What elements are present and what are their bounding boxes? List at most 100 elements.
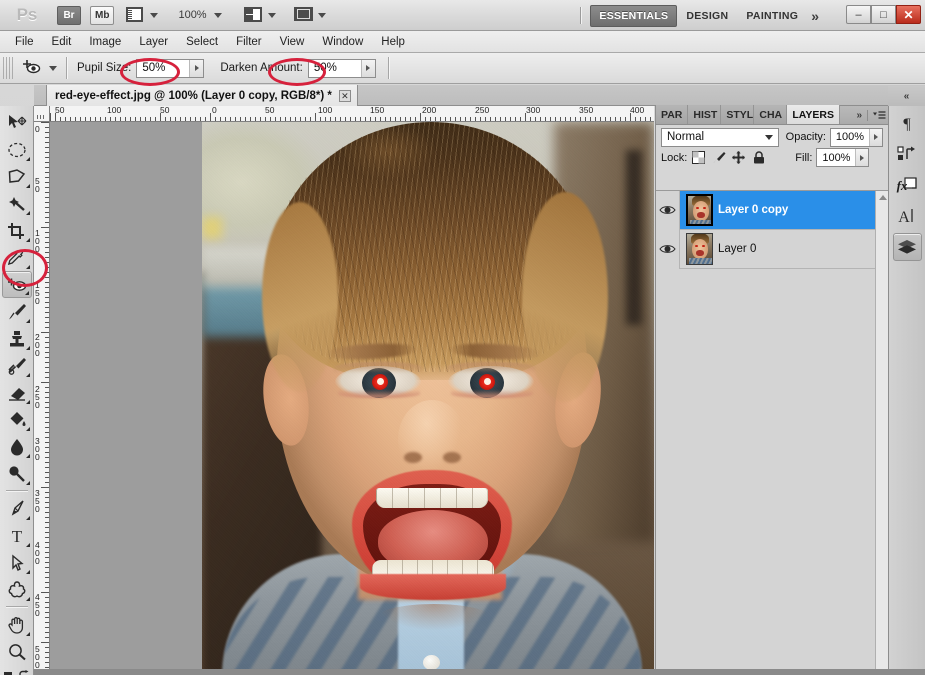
panel-tab-paragraph[interactable]: PAR: [656, 105, 689, 124]
blend-mode-select[interactable]: Normal: [661, 127, 779, 147]
darken-amount-spinner[interactable]: [360, 59, 375, 77]
crop-tool[interactable]: [2, 217, 32, 244]
vertical-ruler[interactable]: 0 50 100 150 200 250 300 350 400 450 500: [34, 122, 50, 675]
workspace-tab-essentials[interactable]: ESSENTIALS: [590, 4, 678, 27]
opacity-field[interactable]: [830, 127, 883, 147]
maximize-button[interactable]: □: [871, 5, 896, 24]
menu-view[interactable]: View: [271, 33, 314, 51]
canvas-area[interactable]: [50, 122, 654, 675]
zoom-tool[interactable]: [2, 638, 32, 665]
fill-input[interactable]: [817, 149, 856, 166]
layer-name[interactable]: Layer 0: [718, 243, 756, 255]
menu-window[interactable]: Window: [313, 33, 372, 51]
darken-amount-label: Darken Amount:: [220, 62, 303, 74]
layer-row-layer-0[interactable]: Layer 0: [656, 229, 889, 269]
move-tool[interactable]: [2, 109, 32, 136]
layer-visibility-toggle[interactable]: [656, 229, 680, 269]
history-brush-tool[interactable]: [2, 352, 32, 379]
dodge-tool[interactable]: [2, 460, 32, 487]
magic-wand-tool[interactable]: [2, 190, 32, 217]
character-panel-icon[interactable]: A: [893, 202, 922, 230]
lasso-tool[interactable]: [2, 163, 32, 190]
lock-transparent-pixels-icon[interactable]: [690, 150, 707, 165]
clone-stamp-tool[interactable]: [2, 325, 32, 352]
eraser-tool[interactable]: [2, 379, 32, 406]
pupil-size-input[interactable]: [137, 59, 190, 77]
ruler-origin-corner[interactable]: [34, 106, 50, 122]
document-tab[interactable]: red-eye-effect.jpg @ 100% (Layer 0 copy,…: [46, 85, 358, 106]
ruler-tick: [45, 322, 49, 323]
panel-tab-channels[interactable]: CHA: [754, 105, 788, 124]
eyedropper-tool[interactable]: [2, 244, 32, 271]
opacity-input[interactable]: [831, 128, 869, 146]
zoom-chevron-down-icon[interactable]: [213, 12, 222, 18]
brush-tool[interactable]: [2, 298, 32, 325]
custom-shape-tool[interactable]: [2, 576, 32, 603]
ruler-tick: [405, 117, 406, 121]
paragraph-panel-icon[interactable]: ¶: [893, 109, 922, 137]
path-selection-tool[interactable]: [2, 549, 32, 576]
menu-image[interactable]: Image: [80, 33, 130, 51]
menu-layer[interactable]: Layer: [130, 33, 177, 51]
blur-tool[interactable]: [2, 433, 32, 460]
darken-amount-input[interactable]: [308, 59, 361, 77]
hand-tool[interactable]: [2, 611, 32, 638]
panel-tab-history[interactable]: HIST: [688, 105, 722, 124]
tool-preset-chevron-icon[interactable]: [49, 65, 57, 71]
menu-filter[interactable]: Filter: [227, 33, 271, 51]
darken-amount-field[interactable]: [307, 58, 376, 78]
lock-position-icon[interactable]: [730, 150, 747, 165]
layers-panel-icon[interactable]: [892, 233, 922, 261]
styles-panel-icon[interactable]: fx: [893, 171, 922, 199]
zoom-level-display[interactable]: 100%: [178, 9, 206, 21]
pupil-size-spinner[interactable]: [189, 59, 204, 77]
ruler-tick: [45, 252, 49, 253]
menu-help[interactable]: Help: [372, 33, 414, 51]
paint-bucket-tool[interactable]: [2, 406, 32, 433]
workspace-tab-painting[interactable]: PAINTING: [737, 5, 807, 27]
horizontal-ruler[interactable]: 50 100 50 0 50 100 150 200 250 300 350 400: [50, 106, 654, 122]
lock-image-pixels-icon[interactable]: [710, 150, 727, 165]
arrange-chevron-down-icon: [267, 12, 276, 18]
screen-mode-button[interactable]: [293, 6, 326, 24]
opacity-spinner[interactable]: [869, 128, 882, 146]
red-eye-tool-icon[interactable]: [18, 56, 44, 80]
dock-collapse-icon[interactable]: [888, 86, 925, 106]
panel-menu-icon[interactable]: [873, 111, 886, 120]
launch-bridge-button[interactable]: Br: [57, 5, 81, 25]
fill-spinner[interactable]: [855, 149, 869, 166]
arrange-documents-button[interactable]: [243, 6, 276, 24]
minimize-button[interactable]: –: [846, 5, 871, 24]
document-close-icon[interactable]: ✕: [338, 89, 351, 102]
view-extras-button[interactable]: [126, 6, 159, 24]
menu-edit[interactable]: Edit: [43, 33, 81, 51]
layer-visibility-toggle[interactable]: [656, 190, 680, 230]
pen-tool[interactable]: [2, 495, 32, 522]
swap-colors-icon[interactable]: [17, 670, 31, 675]
panel-tab-layers[interactable]: LAYERS: [787, 105, 841, 124]
menu-file[interactable]: File: [6, 33, 43, 51]
fill-field[interactable]: [816, 148, 870, 167]
options-bar-grip[interactable]: [3, 57, 13, 79]
layer-list-scrollbar[interactable]: [875, 191, 889, 675]
launch-mini-bridge-button[interactable]: Mb: [90, 5, 115, 25]
layer-name[interactable]: Layer 0 copy: [718, 204, 788, 216]
layer-thumbnail-cell[interactable]: [680, 233, 718, 265]
elliptical-marquee-tool[interactable]: [2, 136, 32, 163]
layer-row-layer-0-copy[interactable]: Layer 0 copy: [656, 190, 889, 230]
close-button[interactable]: ✕: [896, 5, 921, 24]
tool-options-bar: Pupil Size: Darken Amount:: [0, 53, 925, 84]
pupil-size-field[interactable]: [136, 58, 205, 78]
menu-select[interactable]: Select: [177, 33, 227, 51]
workspace-more-icon[interactable]: »: [811, 8, 819, 24]
workspace-tab-design[interactable]: DESIGN: [677, 5, 737, 27]
layer-thumbnail-cell[interactable]: [680, 194, 718, 226]
panel-tab-styles[interactable]: STYL: [721, 105, 755, 124]
ruler-tick: [475, 117, 476, 121]
history-panel-icon[interactable]: [893, 140, 922, 168]
horizontal-type-tool[interactable]: T: [2, 522, 32, 549]
document-image[interactable]: [202, 122, 654, 675]
red-eye-tool-button[interactable]: [1, 271, 32, 298]
lock-all-icon[interactable]: [750, 150, 767, 165]
collapse-panel-icon[interactable]: »: [856, 110, 862, 121]
